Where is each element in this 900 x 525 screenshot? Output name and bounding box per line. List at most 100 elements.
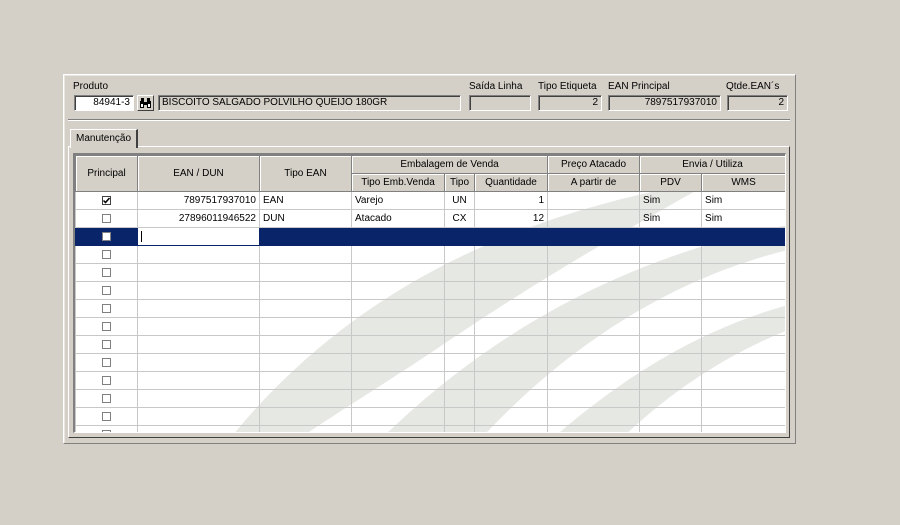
- table-row[interactable]: [75, 389, 785, 408]
- principal-cell[interactable]: [75, 389, 138, 408]
- ean-cell[interactable]: [137, 407, 260, 426]
- principal-cell[interactable]: [75, 209, 138, 228]
- principal-cell[interactable]: [75, 191, 138, 210]
- product-code-field[interactable]: 84941-3: [74, 95, 134, 111]
- principal-checkbox[interactable]: [102, 303, 111, 313]
- tipo-emb-venda-cell[interactable]: [351, 335, 445, 354]
- table-row[interactable]: [75, 353, 785, 372]
- quantidade-cell[interactable]: [473, 299, 549, 318]
- ean-grid[interactable]: Principal EAN / DUN Tipo EAN Embalagem d…: [73, 153, 786, 433]
- tipo-emb-venda-cell[interactable]: [351, 425, 445, 432]
- ean-cell[interactable]: [137, 299, 260, 318]
- header-tipo-ean[interactable]: Tipo EAN: [259, 155, 352, 192]
- ean-cell[interactable]: [137, 335, 260, 354]
- tipo-ean-cell[interactable]: [259, 407, 352, 426]
- wms-cell[interactable]: [701, 299, 785, 318]
- pdv-cell[interactable]: [639, 353, 703, 372]
- principal-cell[interactable]: [75, 227, 138, 246]
- a-partir-de-cell[interactable]: [547, 317, 641, 336]
- table-row[interactable]: [75, 371, 785, 390]
- tipo-cell[interactable]: [444, 263, 475, 282]
- tipo-cell[interactable]: [444, 371, 475, 390]
- principal-cell[interactable]: [75, 353, 138, 372]
- header-ean-dun[interactable]: EAN / DUN: [137, 155, 260, 192]
- tipo-emb-venda-cell[interactable]: [351, 227, 445, 246]
- a-partir-de-cell[interactable]: [547, 335, 641, 354]
- pdv-cell[interactable]: [639, 299, 703, 318]
- header-tipo[interactable]: Tipo: [444, 173, 475, 192]
- a-partir-de-cell[interactable]: [547, 407, 641, 426]
- a-partir-de-cell[interactable]: [547, 227, 641, 246]
- ean-cell[interactable]: [137, 317, 260, 336]
- table-row[interactable]: [75, 227, 785, 246]
- tipo-cell[interactable]: [444, 281, 475, 300]
- wms-cell[interactable]: [701, 425, 785, 432]
- tipo-ean-cell[interactable]: [259, 281, 352, 300]
- tipo-ean-cell[interactable]: [259, 371, 352, 390]
- pdv-cell[interactable]: [639, 389, 703, 408]
- tipo-cell[interactable]: [444, 389, 475, 408]
- a-partir-de-cell[interactable]: [547, 281, 641, 300]
- quantidade-cell[interactable]: [473, 389, 549, 408]
- header-principal[interactable]: Principal: [75, 155, 138, 192]
- tipo-ean-cell[interactable]: [259, 263, 352, 282]
- a-partir-de-cell[interactable]: [547, 389, 641, 408]
- quantidade-cell[interactable]: [473, 227, 549, 246]
- principal-cell[interactable]: [75, 281, 138, 300]
- principal-cell[interactable]: [75, 263, 138, 282]
- tipo-ean-cell[interactable]: [259, 317, 352, 336]
- table-row[interactable]: [75, 317, 785, 336]
- ean-cell[interactable]: [137, 227, 260, 246]
- quantidade-cell[interactable]: [473, 281, 549, 300]
- principal-checkbox[interactable]: [102, 285, 111, 295]
- wms-cell[interactable]: [701, 227, 785, 246]
- wms-cell[interactable]: [701, 317, 785, 336]
- principal-cell[interactable]: [75, 335, 138, 354]
- pdv-cell[interactable]: Sim: [639, 209, 703, 228]
- tipo-emb-venda-cell[interactable]: [351, 317, 445, 336]
- principal-cell[interactable]: [75, 317, 138, 336]
- ean-cell[interactable]: [137, 281, 260, 300]
- a-partir-de-cell[interactable]: [547, 353, 641, 372]
- table-row[interactable]: [75, 407, 785, 426]
- pdv-cell[interactable]: [639, 227, 703, 246]
- tipo-emb-venda-cell[interactable]: [351, 389, 445, 408]
- principal-checkbox[interactable]: [102, 429, 111, 432]
- quantidade-cell[interactable]: [473, 353, 549, 372]
- wms-cell[interactable]: Sim: [701, 191, 785, 210]
- tipo-cell[interactable]: CX: [444, 209, 475, 228]
- header-pdv[interactable]: PDV: [639, 173, 703, 192]
- a-partir-de-cell[interactable]: [547, 209, 641, 228]
- find-product-button[interactable]: [137, 95, 154, 111]
- tipo-ean-cell[interactable]: [259, 353, 352, 372]
- pdv-cell[interactable]: [639, 371, 703, 390]
- table-row[interactable]: [75, 281, 785, 300]
- wms-cell[interactable]: [701, 353, 785, 372]
- tipo-ean-cell[interactable]: [259, 425, 352, 432]
- principal-checkbox[interactable]: [102, 357, 111, 367]
- tipo-cell[interactable]: UN: [444, 191, 475, 210]
- ean-cell[interactable]: [137, 425, 260, 432]
- principal-checkbox[interactable]: [102, 375, 111, 385]
- tipo-emb-venda-cell[interactable]: [351, 371, 445, 390]
- ean-cell[interactable]: [137, 371, 260, 390]
- principal-cell[interactable]: [75, 371, 138, 390]
- principal-cell[interactable]: [75, 425, 138, 432]
- tipo-emb-venda-cell[interactable]: [351, 353, 445, 372]
- wms-cell[interactable]: Sim: [701, 209, 785, 228]
- principal-cell[interactable]: [75, 299, 138, 318]
- principal-checkbox[interactable]: [102, 339, 111, 349]
- quantidade-cell[interactable]: [473, 245, 549, 264]
- header-tipo-emb-venda[interactable]: Tipo Emb.Venda: [351, 173, 445, 192]
- pdv-cell[interactable]: [639, 281, 703, 300]
- tipo-ean-cell[interactable]: EAN: [259, 191, 352, 210]
- ean-cell[interactable]: 7897517937010: [137, 191, 260, 210]
- quantidade-cell[interactable]: [473, 335, 549, 354]
- principal-cell[interactable]: [75, 407, 138, 426]
- tipo-cell[interactable]: [444, 227, 475, 246]
- wms-cell[interactable]: [701, 263, 785, 282]
- a-partir-de-cell[interactable]: [547, 245, 641, 264]
- table-row[interactable]: [75, 299, 785, 318]
- wms-cell[interactable]: [701, 371, 785, 390]
- tipo-emb-venda-cell[interactable]: [351, 407, 445, 426]
